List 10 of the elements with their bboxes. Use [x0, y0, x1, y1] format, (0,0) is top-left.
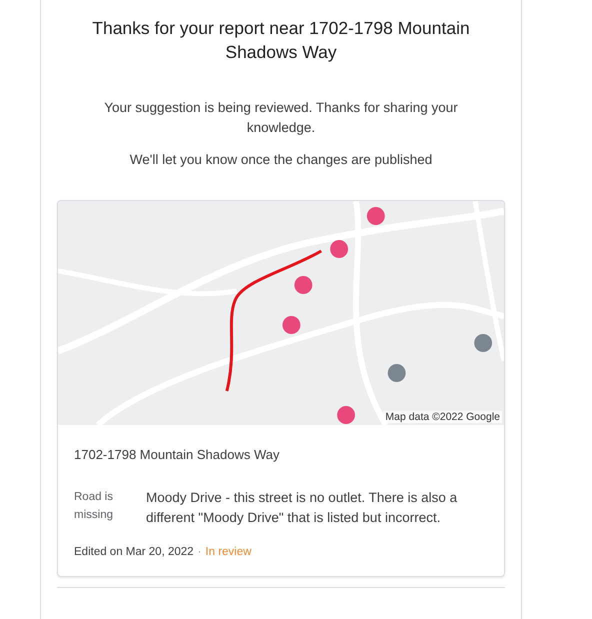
status-label: In review [205, 546, 252, 558]
message-text: Your suggestion is being reviewed. Thanks for sharing your knowledge. [103, 99, 459, 137]
edited-date: Edited on Mar 20, 2022 [74, 546, 194, 558]
message-text: We'll let you know once the changes are published [128, 151, 434, 169]
address-text: 1702-1798 Mountain Shadows Way [74, 447, 280, 462]
issue-type-label: Road is missing [74, 490, 114, 523]
issue-description: Moody Drive - this street is no outlet. There is also a different "Moody Drive" that is listed but incorrect. [146, 489, 458, 527]
map-attribution: Map data ©2022 Google [383, 411, 502, 423]
separator-dot: · [198, 546, 202, 558]
page-title: Thanks for your report near 1702-1798 Mountain Shadows Way [91, 17, 471, 64]
